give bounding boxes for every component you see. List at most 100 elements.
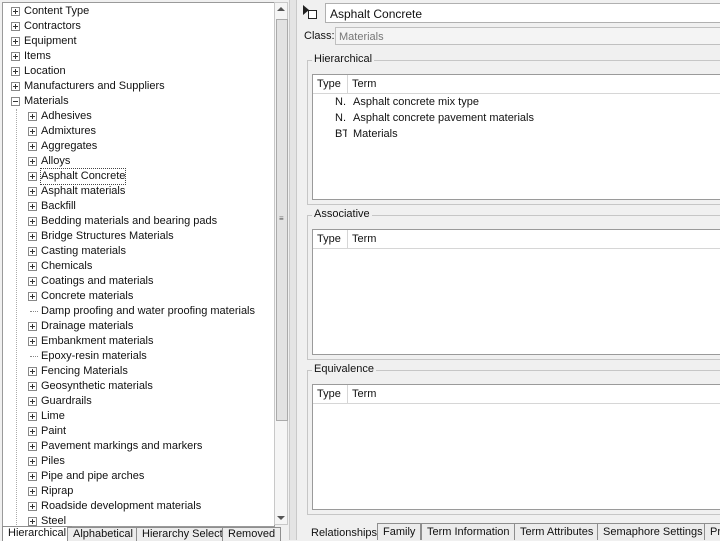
tab-term-attributes[interactable]: Term Attributes bbox=[514, 523, 600, 540]
expand-icon[interactable] bbox=[11, 82, 20, 91]
tree-item[interactable]: Pipe and pipe arches bbox=[3, 469, 273, 484]
expand-icon[interactable] bbox=[28, 322, 37, 331]
tree-item[interactable]: Damp proofing and water proofing materia… bbox=[3, 304, 273, 319]
associative-group-title: Associative bbox=[312, 208, 372, 220]
tab-family[interactable]: Family bbox=[377, 523, 422, 540]
expand-icon[interactable] bbox=[11, 7, 20, 16]
tree-item[interactable]: Equipment bbox=[3, 34, 273, 49]
expand-icon[interactable] bbox=[28, 112, 37, 121]
expand-icon[interactable] bbox=[11, 22, 20, 31]
expand-icon[interactable] bbox=[28, 337, 37, 346]
tree-item[interactable]: Aggregates bbox=[3, 139, 273, 154]
tree-item[interactable]: Location bbox=[3, 64, 273, 79]
tree-item[interactable]: Pavement markings and markers bbox=[3, 439, 273, 454]
tree-item[interactable]: Content Type bbox=[3, 4, 273, 19]
tree-item[interactable]: Geosynthetic materials bbox=[3, 379, 273, 394]
tree-item[interactable]: Adhesives bbox=[3, 109, 273, 124]
expand-icon[interactable] bbox=[11, 52, 20, 61]
expand-icon[interactable] bbox=[28, 157, 37, 166]
expand-icon[interactable] bbox=[11, 37, 20, 46]
tab-more[interactable]: Pr bbox=[704, 523, 720, 540]
expand-icon[interactable] bbox=[28, 487, 37, 496]
expand-icon[interactable] bbox=[28, 502, 37, 511]
term-column-header[interactable]: Term bbox=[348, 385, 720, 403]
relationship-type: BT bbox=[335, 128, 347, 140]
tree-item[interactable]: Guardrails bbox=[3, 394, 273, 409]
tree-item[interactable]: Materials bbox=[3, 94, 273, 109]
expand-icon[interactable] bbox=[28, 292, 37, 301]
class-field[interactable]: Materials bbox=[335, 27, 720, 45]
tab-removed[interactable]: Removed bbox=[222, 527, 282, 541]
tree-item[interactable]: Piles bbox=[3, 454, 273, 469]
expand-icon[interactable] bbox=[28, 382, 37, 391]
tree-item[interactable]: Coatings and materials bbox=[3, 274, 273, 289]
expand-icon[interactable] bbox=[28, 202, 37, 211]
expand-icon[interactable] bbox=[28, 127, 37, 136]
expand-icon[interactable] bbox=[28, 457, 37, 466]
tree-item[interactable]: Fencing Materials bbox=[3, 364, 273, 379]
tree-item[interactable]: Paint bbox=[3, 424, 273, 439]
tab-alphabetical[interactable]: Alphabetical bbox=[67, 527, 139, 541]
expand-icon[interactable] bbox=[28, 187, 37, 196]
term-tree[interactable]: Content Type Contractors Equipment Items Loc… bbox=[2, 2, 275, 527]
tree-scrollbar[interactable]: ≡ bbox=[274, 2, 288, 525]
tab-term-information[interactable]: Term Information bbox=[421, 523, 516, 540]
scroll-down-arrow-icon[interactable] bbox=[277, 516, 285, 520]
tree-item[interactable]: Backfill bbox=[3, 199, 273, 214]
type-column-header[interactable]: Type bbox=[313, 75, 348, 93]
expand-icon[interactable] bbox=[28, 247, 37, 256]
tree-item[interactable]: Alloys bbox=[3, 154, 273, 169]
list-item[interactable]: N.. Asphalt concrete mix type bbox=[313, 94, 720, 110]
expand-icon[interactable] bbox=[11, 67, 20, 76]
expand-icon[interactable] bbox=[28, 172, 37, 181]
tree-item[interactable]: Epoxy-resin materials bbox=[3, 349, 273, 364]
list-item[interactable]: BT Materials bbox=[313, 126, 720, 142]
expand-icon[interactable] bbox=[28, 517, 37, 526]
tree-item[interactable]: Chemicals bbox=[3, 259, 273, 274]
expand-icon[interactable] bbox=[28, 217, 37, 226]
expand-icon[interactable] bbox=[28, 427, 37, 436]
tree-item[interactable]: Bridge Structures Materials bbox=[3, 229, 273, 244]
tree-item[interactable]: Riprap bbox=[3, 484, 273, 499]
tree-item[interactable]: Concrete materials bbox=[3, 289, 273, 304]
tree-item[interactable]: Roadside development materials bbox=[3, 499, 273, 514]
tree-item[interactable]: Contractors bbox=[3, 19, 273, 34]
term-column-header[interactable]: Term bbox=[348, 230, 720, 248]
tree-item[interactable]: Admixtures bbox=[3, 124, 273, 139]
scroll-thumb[interactable]: ≡ bbox=[276, 19, 288, 421]
equivalence-list[interactable]: Type Term bbox=[312, 384, 720, 510]
expand-icon[interactable] bbox=[28, 367, 37, 376]
list-item[interactable]: N.. Asphalt concrete pavement materials bbox=[313, 110, 720, 126]
pane-splitter[interactable] bbox=[289, 0, 297, 540]
expand-icon[interactable] bbox=[28, 262, 37, 271]
expand-icon[interactable] bbox=[28, 277, 37, 286]
expand-icon[interactable] bbox=[28, 472, 37, 481]
collapse-icon[interactable] bbox=[11, 97, 20, 106]
tree-item[interactable]: Items bbox=[3, 49, 273, 64]
associative-list[interactable]: Type Term bbox=[312, 229, 720, 355]
tab-hierarchy-select[interactable]: Hierarchy Select bbox=[136, 527, 229, 541]
hierarchical-list[interactable]: Type Term N..Asphalt concrete mix typeN.… bbox=[312, 74, 720, 200]
tree-item[interactable]: Embankment materials bbox=[3, 334, 273, 349]
tree-item[interactable]: Manufacturers and Suppliers bbox=[3, 79, 273, 94]
tree-item[interactable]: Asphalt materials bbox=[3, 184, 273, 199]
type-column-header[interactable]: Type bbox=[313, 385, 348, 403]
expand-icon[interactable] bbox=[28, 412, 37, 421]
expand-icon[interactable] bbox=[28, 232, 37, 241]
tree-item[interactable]: Casting materials bbox=[3, 244, 273, 259]
tree-item[interactable]: Lime bbox=[3, 409, 273, 424]
expand-icon[interactable] bbox=[28, 397, 37, 406]
tab-relationships[interactable]: Relationships bbox=[305, 524, 384, 541]
tree-item[interactable]: Bedding materials and bearing pads bbox=[3, 214, 273, 229]
scroll-up-arrow-icon[interactable] bbox=[277, 7, 285, 11]
tab-semaphore-settings[interactable]: Semaphore Settings bbox=[597, 523, 709, 540]
type-column-header[interactable]: Type bbox=[313, 230, 348, 248]
term-title-field[interactable]: Asphalt Concrete bbox=[325, 3, 720, 23]
tree-item-label: Content Type bbox=[24, 5, 90, 17]
tab-hierarchical[interactable]: Hierarchical bbox=[2, 526, 73, 541]
tree-item[interactable]: Drainage materials bbox=[3, 319, 273, 334]
tree-item[interactable]: Asphalt Concrete bbox=[3, 168, 273, 185]
term-column-header[interactable]: Term bbox=[348, 75, 720, 93]
expand-icon[interactable] bbox=[28, 442, 37, 451]
expand-icon[interactable] bbox=[28, 142, 37, 151]
